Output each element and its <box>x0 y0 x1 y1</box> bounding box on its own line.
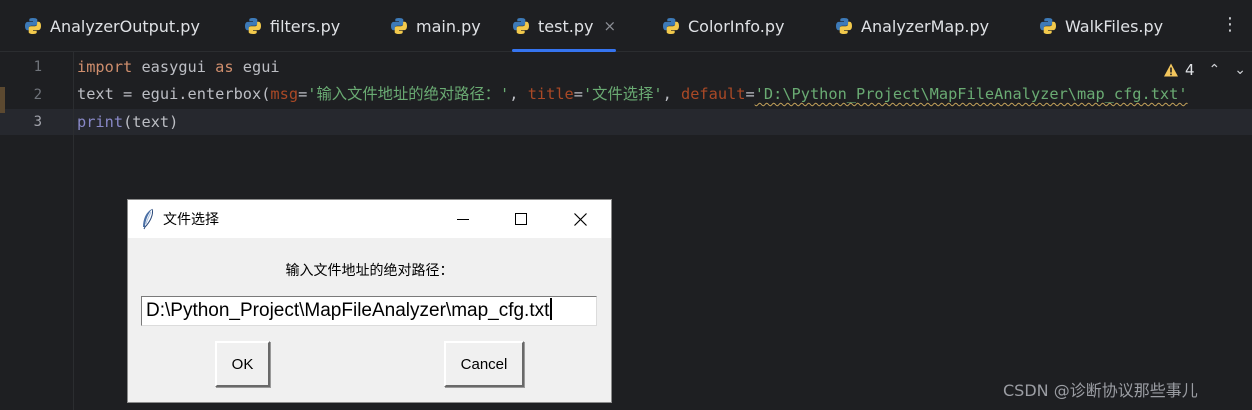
line-number: 3 <box>33 114 42 130</box>
path-input[interactable]: D:\Python_Project\MapFileAnalyzer\map_cf… <box>141 296 597 326</box>
python-file-icon <box>663 18 679 34</box>
tab-colorinfo[interactable]: ColorInfo.py <box>662 0 784 52</box>
file-select-dialog[interactable]: 文件选择 输入文件地址的绝对路径： D:\Python_Project\MapF… <box>128 200 611 402</box>
more-tabs-icon[interactable]: ⋮ <box>1220 14 1240 38</box>
tab-label: ColorInfo.py <box>688 16 785 36</box>
builtin-token: print <box>77 113 124 131</box>
tab-test[interactable]: test.py × <box>512 0 617 52</box>
param-token: default <box>681 85 746 103</box>
tab-label: AnalyzerOutput.py <box>50 16 200 36</box>
tab-analyzeroutput[interactable]: AnalyzerOutput.py <box>24 0 200 52</box>
dialog-prompt: 输入文件地址的绝对路径： <box>285 263 454 279</box>
tab-analyzermap[interactable]: AnalyzerMap.py <box>835 0 989 52</box>
tab-label: filters.py <box>270 16 341 36</box>
code-line-3[interactable]: print(text) <box>77 109 178 135</box>
tab-label: main.py <box>416 16 481 36</box>
tab-label: test.py <box>538 16 594 36</box>
chevron-down-icon[interactable]: ⌄ <box>1234 62 1246 78</box>
keyword-token: import <box>77 58 133 76</box>
code-token: , <box>662 85 681 103</box>
dialog-titlebar[interactable]: 文件选择 <box>128 200 611 238</box>
alias-token: egui <box>233 58 280 76</box>
minimize-button[interactable] <box>434 200 492 238</box>
tab-walkfiles[interactable]: WalkFiles.py <box>1039 0 1163 52</box>
tab-label: WalkFiles.py <box>1065 16 1164 36</box>
code-line-1[interactable]: import easygui as egui <box>77 54 280 80</box>
input-value: D:\Python_Project\MapFileAnalyzer\map_cf… <box>146 300 550 321</box>
python-file-icon <box>25 18 41 34</box>
close-icon <box>573 212 587 226</box>
watermark-text: CSDN @诊断协议那些事儿 <box>1003 381 1198 400</box>
maximize-icon <box>515 213 527 225</box>
current-line-highlight <box>0 109 1252 135</box>
python-file-icon <box>245 18 261 34</box>
cancel-button[interactable]: Cancel <box>444 341 524 387</box>
string-token: 'D:\Python_Project\MapFileAnalyzer\map_c… <box>754 85 1188 103</box>
code-token: (text) <box>123 113 179 131</box>
inspection-widget[interactable]: 4 ⌃ ⌄ <box>1163 60 1246 80</box>
code-token: text = egui. <box>77 85 188 103</box>
editor-tab-bar: AnalyzerOutput.py filters.py main.py tes… <box>0 0 1252 52</box>
code-token: = <box>745 85 755 103</box>
tab-label: AnalyzerMap.py <box>861 16 990 36</box>
maximize-button[interactable] <box>492 200 550 238</box>
warning-count: 4 <box>1185 61 1195 79</box>
dialog-body: 输入文件地址的绝对路径： D:\Python_Project\MapFileAn… <box>128 238 611 402</box>
tk-feather-icon <box>143 208 153 230</box>
param-token: msg <box>270 85 299 103</box>
param-token: title <box>527 85 574 103</box>
line-number: 2 <box>33 87 42 103</box>
string-token: '文件选择' <box>582 85 663 103</box>
text-caret <box>550 298 553 320</box>
chevron-up-icon[interactable]: ⌃ <box>1209 62 1221 78</box>
line-number-gutter: 1 2 3 <box>0 52 74 410</box>
module-token: easygui <box>132 58 216 76</box>
keyword-token: as <box>215 58 234 76</box>
function-token: enterbox <box>187 85 262 103</box>
warning-icon <box>1164 63 1178 77</box>
ok-button[interactable]: OK <box>215 341 270 387</box>
python-file-icon <box>513 18 529 34</box>
python-file-icon <box>836 18 852 34</box>
tab-main[interactable]: main.py <box>390 0 481 52</box>
minimize-icon <box>457 219 469 220</box>
code-token: = <box>298 85 308 103</box>
string-token: '输入文件地址的绝对路径：' <box>307 85 510 103</box>
line-number: 1 <box>33 59 42 75</box>
code-token: = <box>573 85 583 103</box>
python-file-icon <box>391 18 407 34</box>
close-button[interactable] <box>551 200 609 238</box>
dialog-title: 文件选择 <box>163 212 219 228</box>
code-token: , <box>509 85 528 103</box>
code-line-2[interactable]: text = egui.enterbox(msg='输入文件地址的绝对路径：',… <box>77 81 1188 107</box>
python-file-icon <box>1040 18 1056 34</box>
close-tab-icon[interactable]: × <box>603 17 616 35</box>
tab-filters[interactable]: filters.py <box>244 0 340 52</box>
